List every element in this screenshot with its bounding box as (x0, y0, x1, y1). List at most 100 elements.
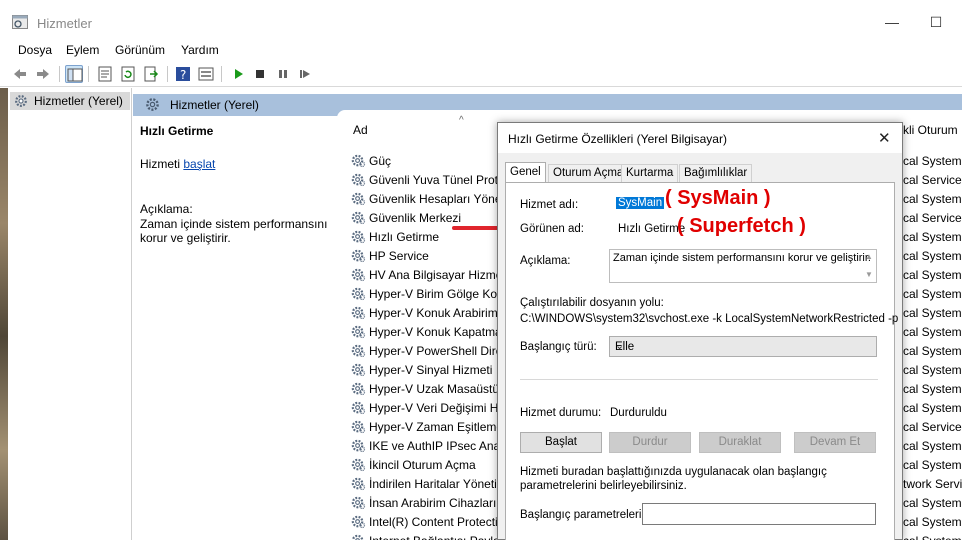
logon-cell: cal Service (903, 420, 962, 434)
path-label: Çalıştırılabilir dosyanın yolu: (520, 297, 664, 309)
logon-cell: cal System (903, 515, 962, 529)
window-title: Hizmetler (37, 16, 92, 31)
maximize-button[interactable]: ☐ (926, 12, 946, 32)
gear-icon (351, 324, 366, 342)
gear-icon (351, 495, 366, 513)
gear-icon (351, 514, 366, 532)
service-name-value[interactable]: SysMain (616, 197, 665, 209)
startup-type-label: Başlangıç türü: (520, 341, 597, 353)
desktop-background (0, 88, 8, 540)
resume-button[interactable]: Devam Et (794, 432, 876, 453)
logon-cell: cal System (903, 401, 962, 415)
service-name-cell: Hyper-V Zaman Eşitleme (369, 420, 504, 434)
column-header-name[interactable]: Ad (353, 123, 368, 137)
logon-cell: cal System (903, 382, 962, 396)
minimize-button[interactable]: — (882, 12, 902, 32)
properties-icon[interactable] (96, 65, 114, 83)
service-name-cell: Güvenlik Hesapları Yöne (369, 192, 502, 206)
gear-icon (146, 98, 159, 111)
service-name-cell: İndirilen Haritalar Yöneti (369, 477, 497, 491)
menu-bar: Dosya Eylem Görünüm Yardım (0, 40, 962, 60)
restart-icon[interactable] (296, 65, 314, 83)
selected-service-title: Hızlı Getirme (140, 124, 214, 138)
gear-icon (351, 419, 366, 437)
start-params-label: Başlangıç parametreleri: (520, 509, 645, 521)
gear-icon (351, 343, 366, 361)
gear-icon (351, 248, 366, 266)
divider (520, 379, 878, 380)
gear-icon (351, 267, 366, 285)
menu-dosya[interactable]: Dosya (18, 43, 52, 57)
tab-oturum-acma[interactable]: Oturum Açma (548, 164, 629, 182)
tab-kurtarma[interactable]: Kurtarma (621, 164, 679, 182)
service-name-cell: Hızlı Getirme (369, 230, 440, 244)
description-text: Zaman içinde sistem performansını korur … (140, 217, 328, 245)
sort-ascending-icon: ^ (459, 115, 464, 126)
toolbar-separator (167, 66, 168, 82)
services-app-icon (12, 15, 28, 29)
tab-genel[interactable]: Genel (505, 162, 546, 183)
service-status-value: Durduruldu (610, 407, 667, 419)
dialog-title: Hızlı Getirme Özellikleri (Yerel Bilgisa… (508, 132, 727, 146)
title-bar: Hizmetler — ☐ (0, 0, 962, 40)
service-name-cell: Internet Bağlantısı Payla (369, 534, 500, 540)
gear-icon (351, 305, 366, 323)
service-name-cell: Intel(R) Content Protecti (369, 515, 498, 529)
service-name-cell: Hyper-V Uzak Masaüstü (369, 382, 500, 396)
help-icon[interactable]: ? (174, 65, 192, 83)
logon-cell: cal System (903, 325, 962, 339)
logon-cell: cal System (903, 306, 962, 320)
play-icon[interactable] (229, 65, 247, 83)
display-name-value[interactable]: Hızlı Getirme (618, 223, 685, 235)
scroll-up-icon[interactable]: ▲ (865, 252, 873, 261)
start-service-link[interactable]: başlat (183, 157, 215, 171)
pause-icon[interactable] (274, 65, 292, 83)
export-list-icon[interactable] (142, 65, 160, 83)
menu-gorunum[interactable]: Görünüm (115, 43, 165, 57)
dialog-description-text: Zaman içinde sistem performansını korur … (613, 252, 871, 264)
service-name-cell: Hyper-V Konuk Arabirim (369, 306, 498, 320)
dialog-description-box[interactable]: Zaman içinde sistem performansını korur … (609, 249, 877, 283)
toolbar-separator (221, 66, 222, 82)
refresh-icon[interactable] (119, 65, 137, 83)
svg-text:?: ? (180, 68, 186, 82)
service-status-label: Hizmet durumu: (520, 407, 602, 419)
stop-button[interactable]: Durdur (609, 432, 691, 453)
console-icon[interactable] (197, 65, 215, 83)
scroll-down-icon[interactable]: ▼ (865, 270, 873, 279)
logon-cell: cal System (903, 268, 962, 282)
close-icon[interactable]: ✕ (878, 129, 891, 147)
properties-dialog: Hızlı Getirme Özellikleri (Yerel Bilgisa… (497, 122, 903, 540)
main-header-title: Hizmetler (Yerel) (170, 98, 259, 112)
logon-cell: cal System (903, 192, 962, 206)
logon-cell: cal System (903, 230, 962, 244)
logon-cell: cal System (903, 363, 962, 377)
stop-icon[interactable] (251, 65, 269, 83)
tree-pane: Hizmetler (Yerel) (8, 88, 132, 540)
pause-button[interactable]: Duraklat (699, 432, 781, 453)
show-tree-icon[interactable] (65, 65, 83, 83)
menu-yardim[interactable]: Yardım (181, 43, 219, 57)
service-name-cell: İnsan Arabirim Cihazları (369, 496, 497, 510)
tree-item-label: Hizmetler (Yerel) (34, 94, 123, 108)
back-arrow-icon[interactable] (11, 65, 29, 83)
start-params-hint: Hizmeti buradan başlattığınızda uygulana… (520, 466, 827, 492)
description-scrollbar[interactable]: ▲ ▼ (862, 250, 876, 282)
tab-bagimliliklar[interactable]: Bağımlılıklar (679, 164, 753, 182)
logon-cell: cal System (903, 534, 962, 540)
service-name-cell: Güvenli Yuva Tünel Prot (369, 173, 498, 187)
start-params-input[interactable] (642, 503, 876, 525)
start-button[interactable]: Başlat (520, 432, 602, 453)
logon-cell: cal System (903, 249, 962, 263)
column-header-logon[interactable]: kli Oturum (903, 123, 958, 137)
start-service-line: Hizmeti başlat (140, 157, 215, 171)
toolbar-separator (88, 66, 89, 82)
gear-icon (351, 533, 366, 540)
tree-item-services-local[interactable]: Hizmetler (Yerel) (10, 92, 130, 110)
startup-type-select[interactable]: Elle ⌄ (609, 336, 877, 357)
service-name-cell: Hyper-V Sinyal Hizmeti (369, 363, 493, 377)
menu-eylem[interactable]: Eylem (66, 43, 99, 57)
service-name-cell: Güvenlik Merkezi (369, 211, 462, 225)
service-name-cell: HV Ana Bilgisayar Hizme (369, 268, 503, 282)
forward-arrow-icon[interactable] (34, 65, 52, 83)
